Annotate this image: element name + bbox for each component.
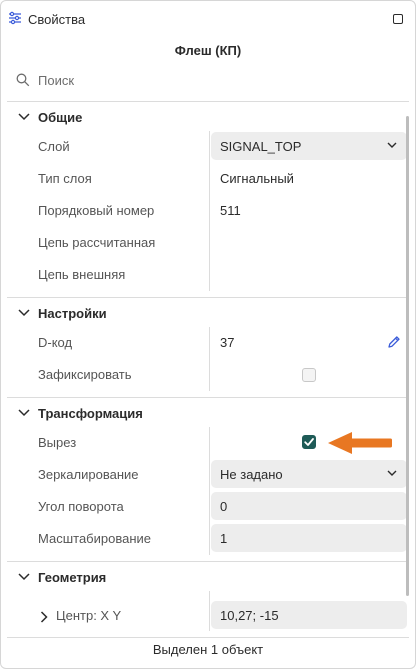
sliders-icon	[9, 11, 21, 25]
section-general-header[interactable]: Общие	[1, 105, 415, 131]
column-divider	[209, 131, 210, 291]
layer-label: Слой	[38, 139, 70, 154]
layer-value: SIGNAL_TOP	[220, 139, 302, 154]
dcode-value[interactable]: 37	[220, 335, 234, 350]
chevron-right-icon[interactable]	[40, 611, 48, 623]
chevron-down-icon	[18, 409, 30, 417]
section-settings-header[interactable]: Настройки	[1, 301, 415, 327]
divider	[7, 101, 409, 102]
chevron-down-icon	[18, 573, 30, 581]
column-divider	[209, 327, 210, 391]
properties-panel: Свойства Флеш (КП) Поиск Общие Слой SIGN…	[0, 0, 416, 669]
layer-type-value: Сигнальный	[220, 171, 294, 186]
divider	[7, 561, 409, 562]
order-label: Порядковый номер	[38, 203, 155, 218]
ext-net-label: Цепь внешняя	[38, 267, 126, 282]
dcode-label: D-код	[38, 335, 73, 350]
fix-label: Зафиксировать	[38, 367, 132, 382]
layer-select[interactable]: SIGNAL_TOP	[211, 132, 407, 160]
mirror-label: Зеркалирование	[38, 467, 139, 482]
rotation-value: 0	[220, 499, 228, 514]
cutout-checkbox[interactable]	[302, 435, 316, 449]
mirror-select[interactable]: Не задано	[211, 460, 407, 488]
rotation-label: Угол поворота	[38, 499, 124, 514]
divider	[7, 397, 409, 398]
search-icon	[16, 73, 30, 87]
section-transform-header[interactable]: Трансформация	[1, 401, 415, 427]
section-general-title: Общие	[38, 110, 83, 125]
center-value: 10,27; -15	[220, 608, 279, 623]
scale-label: Масштабирование	[38, 531, 152, 546]
selection-status: Выделен 1 объект	[152, 642, 264, 657]
rotation-input[interactable]: 0	[211, 492, 407, 520]
scale-value: 1	[220, 531, 228, 546]
center-label: Центр: X Y	[56, 608, 122, 623]
object-title: Флеш (КП)	[174, 43, 242, 58]
title-bar: Свойства	[1, 1, 415, 37]
chevron-down-icon	[387, 142, 397, 148]
arrow-left-icon	[328, 432, 392, 454]
pencil-icon[interactable]	[387, 335, 401, 349]
maximize-button[interactable]	[393, 14, 403, 24]
search-input[interactable]: Поиск	[1, 65, 415, 95]
divider	[7, 297, 409, 298]
column-divider	[209, 427, 210, 555]
search-placeholder: Поиск	[38, 73, 75, 88]
calc-net-label: Цепь рассчитанная	[38, 235, 156, 250]
window-title: Свойства	[28, 12, 86, 27]
chevron-down-icon	[18, 309, 30, 317]
cutout-label: Вырез	[38, 435, 77, 450]
section-geometry-title: Геометрия	[38, 570, 107, 585]
order-value: 511	[220, 203, 241, 218]
column-divider	[209, 591, 210, 631]
scrollbar[interactable]	[406, 116, 409, 596]
section-geometry-header[interactable]: Геометрия	[1, 565, 415, 591]
chevron-down-icon	[18, 113, 30, 121]
section-settings-title: Настройки	[38, 306, 107, 321]
checkmark-icon	[304, 438, 314, 446]
divider	[7, 637, 409, 638]
section-transform-title: Трансформация	[38, 406, 143, 421]
scale-input[interactable]: 1	[211, 524, 407, 552]
center-input[interactable]: 10,27; -15	[211, 601, 407, 629]
layer-type-label: Тип слоя	[38, 171, 92, 186]
mirror-value: Не задано	[220, 467, 283, 482]
chevron-down-icon	[387, 470, 397, 476]
fix-checkbox[interactable]	[302, 368, 316, 382]
